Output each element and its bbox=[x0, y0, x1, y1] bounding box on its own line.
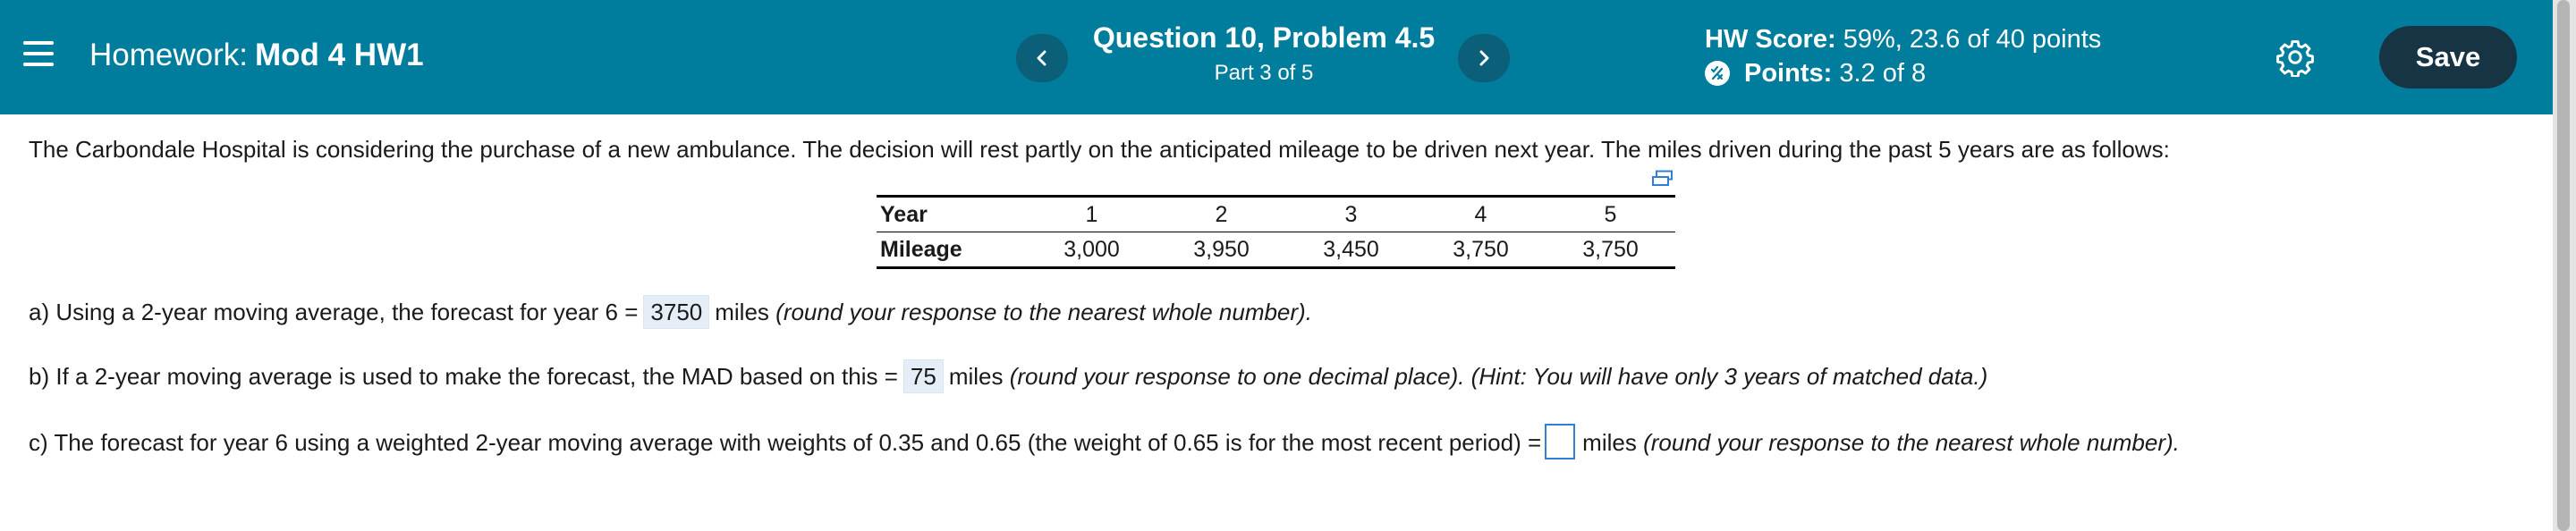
year-cell: 4 bbox=[1416, 195, 1546, 232]
part-a-note: (round your response to the nearest whol… bbox=[775, 299, 1312, 325]
part-c-text: c) The forecast for year 6 using a weigh… bbox=[29, 429, 1542, 456]
part-c-answer-input[interactable] bbox=[1545, 424, 1576, 459]
points-label: Points: bbox=[1744, 59, 1833, 88]
mileage-cell: 3,750 bbox=[1546, 232, 1675, 269]
question-points: Points: 3.2 of 8 bbox=[1705, 59, 1926, 88]
vertical-scrollbar[interactable] bbox=[2553, 0, 2576, 531]
part-b-answer[interactable]: 75 bbox=[902, 359, 944, 393]
save-button[interactable]: Save bbox=[2379, 26, 2517, 88]
question-part: Part 3 of 5 bbox=[1214, 61, 1314, 85]
problem-intro: The Carbondale Hospital is considering t… bbox=[29, 136, 2170, 163]
row-label-mileage: Mileage bbox=[877, 232, 1027, 269]
hw-score-value: 59%, 23.6 of 40 points bbox=[1843, 25, 2102, 54]
scrollbar-thumb[interactable] bbox=[2557, 0, 2570, 531]
part-a-text: a) Using a 2-year moving average, the fo… bbox=[29, 299, 639, 325]
part-a-unit: miles bbox=[715, 299, 769, 325]
part-c-unit: miles bbox=[1582, 429, 1637, 456]
mileage-cell: 3,750 bbox=[1416, 232, 1546, 269]
question-part-b: b) If a 2-year moving average is used to… bbox=[29, 359, 1987, 393]
previous-question-button[interactable] bbox=[1016, 34, 1068, 82]
homework-title: Homework: Mod 4 HW1 bbox=[89, 38, 424, 73]
chevron-left-icon bbox=[1037, 50, 1046, 66]
mileage-cell: 3,950 bbox=[1157, 232, 1286, 269]
year-cell: 3 bbox=[1286, 195, 1416, 232]
part-b-note: (round your response to one decimal plac… bbox=[1009, 363, 1988, 390]
mileage-table: Year 1 2 3 4 5 Mileage 3,000 3,950 3,450… bbox=[877, 195, 1675, 269]
hw-score: HW Score: 59%, 23.6 of 40 points bbox=[1705, 25, 2101, 55]
homework-name: Mod 4 HW1 bbox=[254, 38, 424, 72]
question-part-a: a) Using a 2-year moving average, the fo… bbox=[29, 295, 1312, 329]
mileage-cell: 3,000 bbox=[1027, 232, 1157, 269]
partial-credit-icon bbox=[1705, 61, 1730, 86]
mileage-cell: 3,450 bbox=[1286, 232, 1416, 269]
chevron-right-icon bbox=[1479, 50, 1489, 66]
part-b-unit: miles bbox=[948, 363, 1004, 390]
hw-score-label: HW Score: bbox=[1705, 25, 1836, 54]
question-title: Question 10, Problem 4.5 bbox=[1092, 21, 1436, 54]
row-label-year: Year bbox=[877, 195, 1027, 232]
gear-icon[interactable] bbox=[2275, 38, 2315, 78]
menu-icon[interactable] bbox=[23, 41, 54, 72]
copy-data-icon[interactable] bbox=[1651, 170, 1674, 190]
year-cell: 2 bbox=[1157, 195, 1286, 232]
part-b-text: b) If a 2-year moving average is used to… bbox=[29, 363, 898, 390]
year-cell: 5 bbox=[1546, 195, 1675, 232]
part-c-note: (round your response to the nearest whol… bbox=[1643, 429, 2180, 456]
next-question-button[interactable] bbox=[1458, 34, 1510, 82]
year-cell: 1 bbox=[1027, 195, 1157, 232]
table-row-mileage: Mileage 3,000 3,950 3,450 3,750 3,750 bbox=[877, 232, 1675, 269]
part-a-answer[interactable]: 3750 bbox=[643, 295, 710, 329]
table-row-year: Year 1 2 3 4 5 bbox=[877, 195, 1675, 232]
homework-label: Homework: bbox=[89, 38, 248, 72]
question-part-c: c) The forecast for year 6 using a weigh… bbox=[29, 424, 2180, 459]
top-bar: Homework: Mod 4 HW1 Question 10, Problem … bbox=[0, 0, 2553, 114]
points-value: 3.2 of 8 bbox=[1839, 59, 1927, 88]
